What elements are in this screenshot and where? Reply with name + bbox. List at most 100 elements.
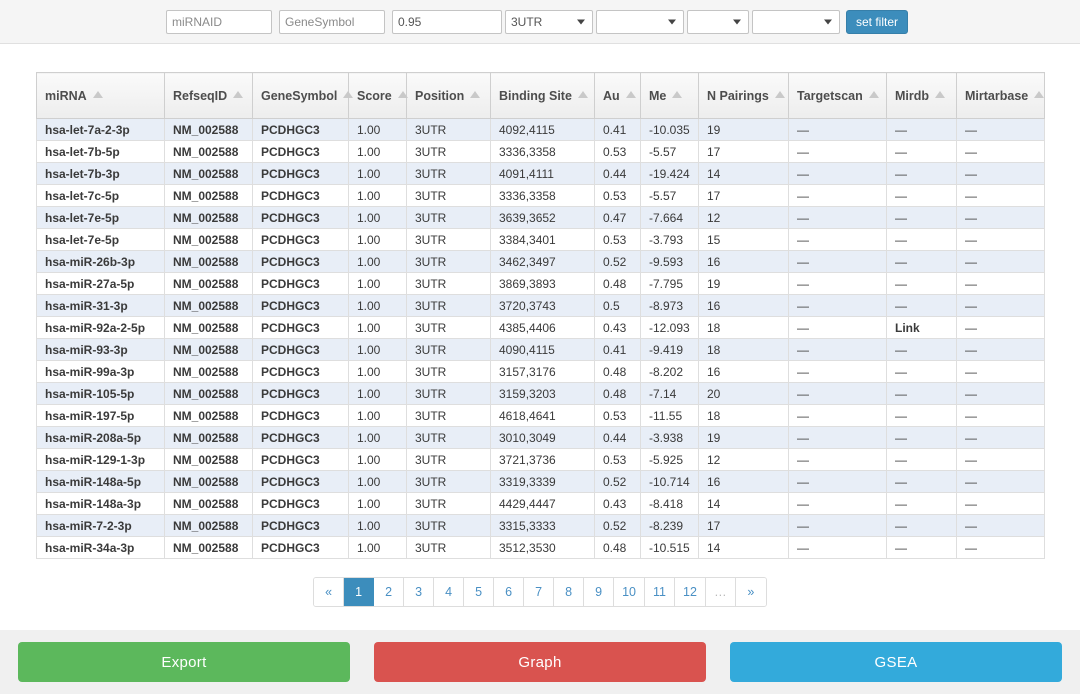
set-filter-button[interactable]: set filter	[846, 9, 909, 34]
position-select[interactable]: 3UTR	[505, 9, 593, 34]
column-header-n-pairings[interactable]: N Pairings	[698, 72, 789, 119]
column-header-mirtarbase[interactable]: Mirtarbase	[956, 72, 1045, 119]
cell-refseq[interactable]: NM_002588	[164, 316, 253, 339]
cell-refseq[interactable]: NM_002588	[164, 338, 253, 361]
pagination-page-12[interactable]: 12	[675, 578, 706, 606]
cell-mirna[interactable]: hsa-miR-92a-2-5p	[36, 316, 165, 339]
cell-gene[interactable]: PCDHGC3	[252, 272, 349, 295]
cell-mirna[interactable]: hsa-miR-208a-5p	[36, 426, 165, 449]
filter-select-c[interactable]	[687, 9, 749, 34]
cell-refseq[interactable]: NM_002588	[164, 162, 253, 185]
pagination-page-11[interactable]: 11	[645, 578, 675, 606]
cell-gene[interactable]: PCDHGC3	[252, 492, 349, 515]
cell-gene[interactable]: PCDHGC3	[252, 228, 349, 251]
cell-refseq[interactable]: NM_002588	[164, 448, 253, 471]
cell-refseq[interactable]: NM_002588	[164, 184, 253, 207]
cell-refseq[interactable]: NM_002588	[164, 404, 253, 427]
cell-gene[interactable]: PCDHGC3	[252, 338, 349, 361]
cell-gene[interactable]: PCDHGC3	[252, 404, 349, 427]
cell-mirna[interactable]: hsa-miR-197-5p	[36, 404, 165, 427]
pagination-page-9[interactable]: 9	[584, 578, 615, 606]
cell-refseq[interactable]: NM_002588	[164, 140, 253, 163]
cell-mirna[interactable]: hsa-miR-7-2-3p	[36, 514, 165, 537]
cell-gene[interactable]: PCDHGC3	[252, 118, 349, 141]
pagination-page-4[interactable]: 4	[434, 578, 465, 606]
cell-gene[interactable]: PCDHGC3	[252, 426, 349, 449]
pagination-next[interactable]: »	[735, 578, 766, 606]
column-header-binding-site[interactable]: Binding Site	[490, 72, 595, 119]
cell-mirna[interactable]: hsa-miR-34a-3p	[36, 536, 165, 559]
cell-refseq[interactable]: NM_002588	[164, 118, 253, 141]
filter-select-d[interactable]	[752, 9, 840, 34]
cell-refseq[interactable]: NM_002588	[164, 470, 253, 493]
cell-mirna[interactable]: hsa-miR-27a-5p	[36, 272, 165, 295]
column-header-au[interactable]: Au	[594, 72, 641, 119]
cell-gene[interactable]: PCDHGC3	[252, 448, 349, 471]
sort-triangle-up-icon[interactable]	[868, 91, 879, 98]
cell-gene[interactable]: PCDHGC3	[252, 514, 349, 537]
cell-refseq[interactable]: NM_002588	[164, 250, 253, 273]
sort-triangle-up-icon[interactable]	[625, 91, 636, 98]
cell-mirna[interactable]: hsa-let-7c-5p	[36, 184, 165, 207]
column-header-refseqid[interactable]: RefseqID	[164, 72, 253, 119]
mirnaid-input[interactable]	[166, 9, 272, 34]
cell-refseq[interactable]: NM_002588	[164, 492, 253, 515]
cell-refseq[interactable]: NM_002588	[164, 514, 253, 537]
cell-refseq[interactable]: NM_002588	[164, 426, 253, 449]
cell-gene[interactable]: PCDHGC3	[252, 470, 349, 493]
genesymbol-input[interactable]	[279, 9, 385, 34]
pagination-page-2[interactable]: 2	[374, 578, 405, 606]
pagination-page-1[interactable]: 1	[344, 578, 375, 606]
cell-mirna[interactable]: hsa-let-7e-5p	[36, 206, 165, 229]
cell-refseq[interactable]: NM_002588	[164, 228, 253, 251]
pagination-page-7[interactable]: 7	[524, 578, 555, 606]
graph-button[interactable]: Graph	[374, 642, 706, 682]
column-header-score[interactable]: Score	[348, 72, 408, 119]
column-header-me[interactable]: Me	[640, 72, 699, 119]
cell-gene[interactable]: PCDHGC3	[252, 536, 349, 559]
cell-mirna[interactable]: hsa-miR-99a-3p	[36, 360, 165, 383]
pagination-prev[interactable]: «	[314, 578, 345, 606]
sort-triangle-up-icon[interactable]	[577, 91, 588, 98]
sort-triangle-up-icon[interactable]	[774, 91, 785, 98]
cell-mirdb[interactable]: Link	[886, 316, 957, 339]
column-header-mirdb[interactable]: Mirdb	[886, 72, 957, 119]
score-input[interactable]	[392, 9, 502, 34]
sort-triangle-up-icon[interactable]	[233, 91, 244, 98]
cell-gene[interactable]: PCDHGC3	[252, 162, 349, 185]
cell-mirna[interactable]: hsa-miR-93-3p	[36, 338, 165, 361]
cell-refseq[interactable]: NM_002588	[164, 360, 253, 383]
cell-gene[interactable]: PCDHGC3	[252, 140, 349, 163]
cell-mirna[interactable]: hsa-miR-148a-5p	[36, 470, 165, 493]
cell-mirna[interactable]: hsa-let-7a-2-3p	[36, 118, 165, 141]
cell-refseq[interactable]: NM_002588	[164, 206, 253, 229]
sort-triangle-up-icon[interactable]	[470, 91, 481, 98]
cell-refseq[interactable]: NM_002588	[164, 272, 253, 295]
cell-mirna[interactable]: hsa-miR-129-1-3p	[36, 448, 165, 471]
pagination-page-3[interactable]: 3	[404, 578, 435, 606]
cell-mirna[interactable]: hsa-let-7b-3p	[36, 162, 165, 185]
pagination-page-10[interactable]: 10	[614, 578, 645, 606]
sort-triangle-up-icon[interactable]	[1034, 91, 1045, 98]
cell-gene[interactable]: PCDHGC3	[252, 316, 349, 339]
cell-gene[interactable]: PCDHGC3	[252, 184, 349, 207]
cell-refseq[interactable]: NM_002588	[164, 536, 253, 559]
cell-gene[interactable]: PCDHGC3	[252, 360, 349, 383]
pagination-page-8[interactable]: 8	[554, 578, 585, 606]
export-button[interactable]: Export	[18, 642, 350, 682]
cell-gene[interactable]: PCDHGC3	[252, 250, 349, 273]
pagination-page-6[interactable]: 6	[494, 578, 525, 606]
gsea-button[interactable]: GSEA	[730, 642, 1062, 682]
sort-triangle-up-icon[interactable]	[343, 91, 354, 98]
cell-mirna[interactable]: hsa-miR-105-5p	[36, 382, 165, 405]
column-header-genesymbol[interactable]: GeneSymbol	[252, 72, 354, 119]
cell-mirna[interactable]: hsa-let-7b-5p	[36, 140, 165, 163]
column-header-mirna[interactable]: miRNA	[36, 72, 165, 119]
column-header-targetscan[interactable]: Targetscan	[788, 72, 887, 119]
cell-mirna[interactable]: hsa-miR-31-3p	[36, 294, 165, 317]
cell-refseq[interactable]: NM_002588	[164, 382, 253, 405]
sort-triangle-up-icon[interactable]	[397, 91, 408, 98]
pagination-page-5[interactable]: 5	[464, 578, 495, 606]
column-header-position[interactable]: Position	[406, 72, 491, 119]
cell-mirna[interactable]: hsa-let-7e-5p	[36, 228, 165, 251]
